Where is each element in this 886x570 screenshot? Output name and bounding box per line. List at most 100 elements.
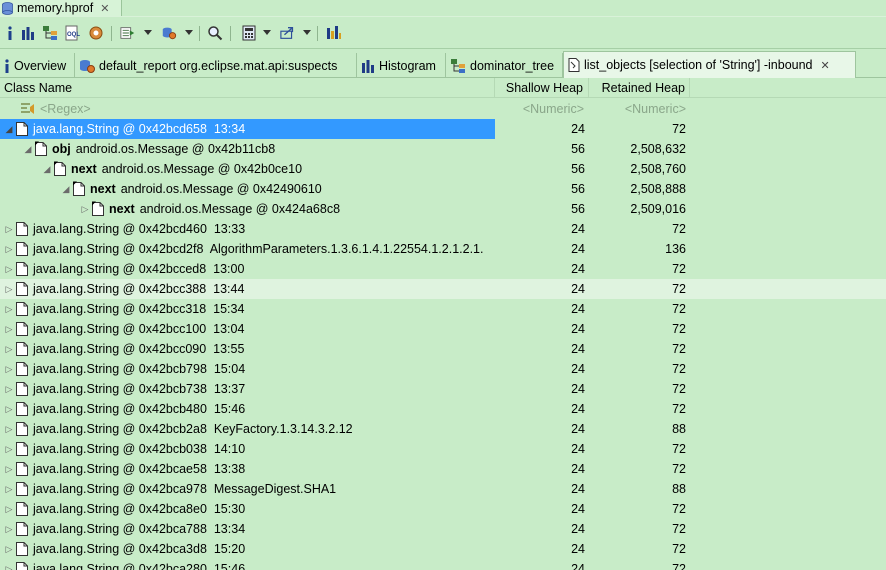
class-name-cell[interactable]: ▷ java.lang.String @ 0x42bca3d8 15:20: [0, 539, 495, 559]
expand-arrow-icon[interactable]: ▷: [3, 564, 15, 570]
table-row[interactable]: ◢ obj android.os.Message @ 0x42b11cb8 56 2,5…: [0, 139, 886, 159]
class-name-cell[interactable]: ▷ java.lang.String @ 0x42bcb038 14:10: [0, 439, 495, 459]
table-row[interactable]: ◢ java.lang.String @ 0x42bcd658 13:34 24 72: [0, 119, 886, 139]
table-row[interactable]: ▷ java.lang.String @ 0x42bca788 13:34 24 72: [0, 519, 886, 539]
chevron-down-icon[interactable]: [303, 30, 311, 35]
class-name-cell[interactable]: ▷ java.lang.String @ 0x42bca978 MessageDi…: [0, 479, 495, 499]
expand-arrow-icon[interactable]: ▷: [3, 484, 15, 495]
export-icon[interactable]: [280, 25, 296, 41]
oql-icon[interactable]: OQL: [64, 25, 80, 41]
class-name-cell[interactable]: ▷ java.lang.String @ 0x42bcc090 13:55: [0, 339, 495, 359]
table-row[interactable]: ▷ java.lang.String @ 0x42bcb480 15:46 24 72: [0, 399, 886, 419]
column-header-retained-heap[interactable]: Retained Heap: [589, 78, 690, 98]
collapse-arrow-icon[interactable]: ◢: [41, 164, 53, 175]
class-name-cell[interactable]: ▷ java.lang.String @ 0x42bcc318 15:34: [0, 299, 495, 319]
chevron-down-icon[interactable]: [185, 30, 193, 35]
expand-arrow-icon[interactable]: ▷: [3, 344, 15, 355]
class-name-cell[interactable]: ▷ java.lang.String @ 0x42bcc388 13:44: [0, 279, 495, 299]
tab-dominator-tree[interactable]: dominator_tree: [446, 53, 563, 78]
expand-arrow-icon[interactable]: ▷: [79, 204, 91, 215]
table-row[interactable]: ◢ next android.os.Message @ 0x42490610 56 2,…: [0, 179, 886, 199]
class-name-cell[interactable]: ▷ java.lang.String @ 0x42bcd460 13:33: [0, 219, 495, 239]
retained-heap-cell: 72: [672, 462, 686, 476]
class-name-cell[interactable]: ▷ java.lang.String @ 0x42bca280 15:46: [0, 559, 495, 570]
query-browser-icon[interactable]: [161, 25, 177, 41]
object-label: java.lang.String @ 0x42bcc318 15:34: [33, 302, 245, 316]
class-name-cell[interactable]: ▷ next android.os.Message @ 0x424a68c8: [0, 199, 495, 219]
table-row[interactable]: ▷ java.lang.String @ 0x42bcced8 13:00 24 72: [0, 259, 886, 279]
expand-arrow-icon[interactable]: ▷: [3, 504, 15, 515]
table-row[interactable]: ▷ java.lang.String @ 0x42bcb2a8 KeyFactor…: [0, 419, 886, 439]
table-row[interactable]: ▷ java.lang.String @ 0x42bcc100 13:04 24 72: [0, 319, 886, 339]
search-icon[interactable]: [207, 25, 223, 41]
table-row[interactable]: ▷ next android.os.Message @ 0x424a68c8 56 2,…: [0, 199, 886, 219]
collapse-arrow-icon[interactable]: ◢: [60, 184, 72, 195]
calculator-icon[interactable]: [241, 25, 257, 41]
class-name-cell[interactable]: ▷ java.lang.String @ 0x42bcced8 13:00: [0, 259, 495, 279]
class-name-cell[interactable]: ▷ java.lang.String @ 0x42bcb738 13:37: [0, 379, 495, 399]
tab-list-objects[interactable]: list_objects [selection of 'String'] -in…: [563, 51, 856, 78]
class-name-cell[interactable]: ▷ java.lang.String @ 0x42bcb2a8 KeyFactor…: [0, 419, 495, 439]
histogram-icon[interactable]: [20, 25, 36, 41]
table-row[interactable]: ▷ java.lang.String @ 0x42bca280 15:46 24 72: [0, 559, 886, 570]
stack-trace-icon[interactable]: [326, 25, 342, 41]
table-row[interactable]: ▷ java.lang.String @ 0x42bca3d8 15:20 24 72: [0, 539, 886, 559]
table-row[interactable]: ▷ java.lang.String @ 0x42bcb738 13:37 24 72: [0, 379, 886, 399]
retained-heap-filter-input[interactable]: <Numeric>: [589, 99, 690, 119]
table-row[interactable]: ▷ java.lang.String @ 0x42bcae58 13:38 24 72: [0, 459, 886, 479]
table-row[interactable]: ▷ java.lang.String @ 0x42bcc090 13:55 24 72: [0, 339, 886, 359]
collapse-arrow-icon[interactable]: ◢: [3, 124, 15, 135]
chevron-down-icon[interactable]: [263, 30, 271, 35]
class-name-cell[interactable]: ▷ java.lang.String @ 0x42bcb798 15:04: [0, 359, 495, 379]
class-name-cell[interactable]: ◢ next android.os.Message @ 0x42490610: [0, 179, 495, 199]
class-name-cell[interactable]: ◢ next android.os.Message @ 0x42b0ce10: [0, 159, 495, 179]
table-row[interactable]: ▷ java.lang.String @ 0x42bca978 MessageDi…: [0, 479, 886, 499]
tab-histogram[interactable]: Histogram: [357, 53, 446, 78]
table-row[interactable]: ▷ java.lang.String @ 0x42bcd2f8 Algorithm…: [0, 239, 886, 259]
expand-arrow-icon[interactable]: ▷: [3, 324, 15, 335]
class-name-cell[interactable]: ◢ obj android.os.Message @ 0x42b11cb8: [0, 139, 495, 159]
table-row[interactable]: ▷ java.lang.String @ 0x42bcc388 13:44 24 72: [0, 279, 886, 299]
expand-arrow-icon[interactable]: ▷: [3, 364, 15, 375]
class-name-cell[interactable]: ▷ java.lang.String @ 0x42bcc100 13:04: [0, 319, 495, 339]
class-name-cell[interactable]: ▷ java.lang.String @ 0x42bcae58 13:38: [0, 459, 495, 479]
expand-arrow-icon[interactable]: ▷: [3, 224, 15, 235]
info-icon[interactable]: [2, 25, 18, 41]
thread-overview-icon[interactable]: [88, 25, 104, 41]
class-name-cell[interactable]: ◢ java.lang.String @ 0x42bcd658 13:34: [0, 119, 495, 139]
table-row[interactable]: ▷ java.lang.String @ 0x42bca8e0 15:30 24 72: [0, 499, 886, 519]
expand-arrow-icon[interactable]: ▷: [3, 304, 15, 315]
tab-default-report[interactable]: default_report org.eclipse.mat.api:suspe…: [75, 53, 357, 78]
collapse-arrow-icon[interactable]: ◢: [22, 144, 34, 155]
table-row[interactable]: ◢ next android.os.Message @ 0x42b0ce10 56 2,…: [0, 159, 886, 179]
expand-arrow-icon[interactable]: ▷: [3, 384, 15, 395]
close-icon[interactable]: ✕: [100, 2, 109, 15]
table-row[interactable]: ▷ java.lang.String @ 0x42bcc318 15:34 24 72: [0, 299, 886, 319]
expand-arrow-icon[interactable]: ▷: [3, 424, 15, 435]
class-name-cell[interactable]: ▷ java.lang.String @ 0x42bcb480 15:46: [0, 399, 495, 419]
expand-arrow-icon[interactable]: ▷: [3, 444, 15, 455]
run-report-icon[interactable]: [120, 25, 136, 41]
table-row[interactable]: ▷ java.lang.String @ 0x42bcd460 13:33 24 72: [0, 219, 886, 239]
chevron-down-icon[interactable]: [144, 30, 152, 35]
expand-arrow-icon[interactable]: ▷: [3, 244, 15, 255]
expand-arrow-icon[interactable]: ▷: [3, 464, 15, 475]
table-row[interactable]: ▷ java.lang.String @ 0x42bcb038 14:10 24 72: [0, 439, 886, 459]
expand-arrow-icon[interactable]: ▷: [3, 264, 15, 275]
editor-tab-memory-hprof[interactable]: memory.hprof ✕: [0, 0, 122, 16]
dominator-tree-icon[interactable]: [42, 25, 58, 41]
expand-arrow-icon[interactable]: ▷: [3, 404, 15, 415]
table-row[interactable]: ▷ java.lang.String @ 0x42bcb798 15:04 24 72: [0, 359, 886, 379]
expand-arrow-icon[interactable]: ▷: [3, 544, 15, 555]
regex-filter-input[interactable]: <Regex>: [20, 99, 490, 119]
tab-overview[interactable]: Overview: [0, 53, 75, 78]
shallow-heap-filter-input[interactable]: <Numeric>: [495, 99, 589, 119]
class-name-cell[interactable]: ▷ java.lang.String @ 0x42bca788 13:34: [0, 519, 495, 539]
close-icon[interactable]: ✕: [821, 59, 830, 72]
column-header-class-name[interactable]: Class Name: [0, 78, 495, 98]
expand-arrow-icon[interactable]: ▷: [3, 284, 15, 295]
class-name-cell[interactable]: ▷ java.lang.String @ 0x42bca8e0 15:30: [0, 499, 495, 519]
expand-arrow-icon[interactable]: ▷: [3, 524, 15, 535]
class-name-cell[interactable]: ▷ java.lang.String @ 0x42bcd2f8 Algorithm…: [0, 239, 495, 259]
column-header-shallow-heap[interactable]: Shallow Heap: [495, 78, 589, 98]
